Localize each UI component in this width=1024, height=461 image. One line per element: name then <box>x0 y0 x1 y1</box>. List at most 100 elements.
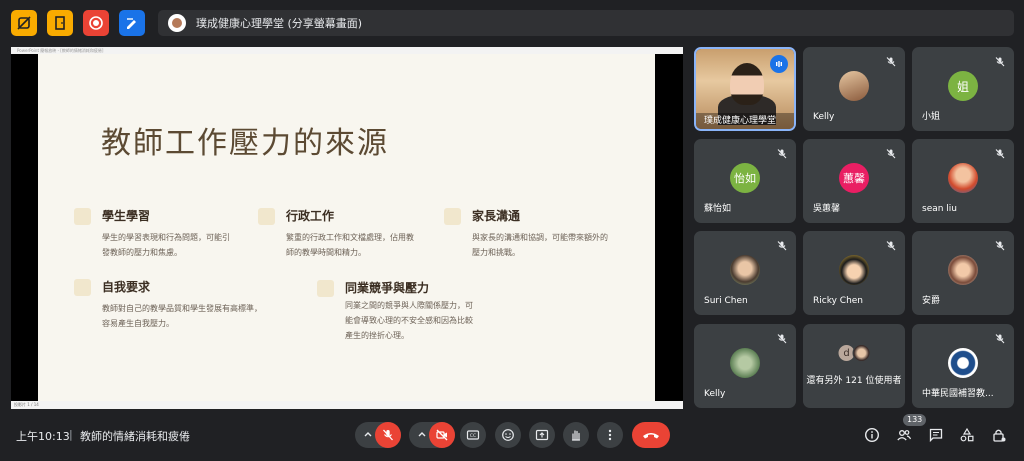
present-screen-button[interactable] <box>529 422 555 448</box>
bottom-bar: 上午10:13 | 教師的情緒消耗和疲倦 CC <box>0 413 1024 461</box>
slide: 教師工作壓力的來源 學生學習 學生的學習表現和行為問題，可能引 發教師的壓力和焦慮… <box>38 54 655 401</box>
ppt-status-bar: 投影片 1 / 14 <box>11 401 683 409</box>
participant-count-badge: 133 <box>903 414 927 426</box>
more-options-button[interactable] <box>597 422 623 448</box>
mic-off-icon <box>995 241 1005 251</box>
ppt-slide-counter: 投影片 1 / 14 <box>14 402 39 407</box>
camera-off-icon <box>436 429 448 441</box>
record-icon[interactable] <box>83 10 109 36</box>
participant-avatar: 蕙馨 <box>839 163 869 193</box>
camera-off-button[interactable] <box>429 422 455 448</box>
presenter-chip-label: 璞成健康心理學堂 (分享螢幕畫面) <box>196 17 363 30</box>
mic-off-icon <box>995 57 1005 67</box>
mic-off-icon <box>995 149 1005 159</box>
whiteboard-icon[interactable] <box>119 10 145 36</box>
participant-name: 中華民國補習教... <box>922 389 994 399</box>
no-camera-icon[interactable] <box>11 10 37 36</box>
microphone-control <box>355 422 401 448</box>
topic-heading: 行政工作 <box>286 209 335 223</box>
reactions-button[interactable] <box>495 422 521 448</box>
participant-avatar <box>839 255 869 285</box>
participant-avatar: 怡如 <box>730 163 760 193</box>
meeting-title: 教師的情緒消耗和疲倦 <box>80 430 190 443</box>
door-exit-icon[interactable] <box>47 10 73 36</box>
more-vert-icon <box>608 429 612 441</box>
topic-desc: 教師對自己的教學品質和學生發展有高標準， 容易產生自我壓力。 <box>102 304 262 328</box>
participant-tile-host[interactable]: 璞成健康心理學堂 <box>694 47 796 131</box>
participant-tile[interactable]: Kelly <box>694 324 796 408</box>
leave-call-button[interactable] <box>632 422 670 448</box>
topic-desc: 同業之間的競爭與人際關係壓力，可 能會導致心理的不安全感和因為比較 產生的挫折心理。 <box>345 301 473 340</box>
topic-bullet-icon <box>74 208 91 225</box>
participant-tile[interactable]: 安爵 <box>912 231 1014 315</box>
camera-control <box>409 422 455 448</box>
divider: | <box>69 428 73 441</box>
participant-name: Kelly <box>813 112 835 122</box>
participant-name: 吳蕙馨 <box>813 204 841 214</box>
participant-avatar <box>730 348 760 378</box>
participant-name: sean liu <box>922 204 958 214</box>
participant-tile[interactable]: Suri Chen <box>694 231 796 315</box>
raise-hand-button[interactable] <box>563 422 589 448</box>
mic-off-icon <box>886 57 896 67</box>
people-button[interactable] <box>895 426 913 444</box>
participant-name: Ricky Chen <box>813 296 864 306</box>
participant-name: 小姐 <box>922 112 941 122</box>
participant-avatar <box>852 344 871 362</box>
emoji-icon <box>502 429 514 441</box>
meeting-info-button[interactable] <box>863 426 881 444</box>
participant-tile[interactable]: sean liu <box>912 139 1014 223</box>
participant-tile-more[interactable]: d 還有另外 121 位使用者 <box>803 324 905 408</box>
ppt-title-text: PowerPoint 簡報放映 - [教師的情緒消耗和疲倦] <box>17 48 104 53</box>
closed-captions-icon: CC <box>466 430 480 440</box>
chat-button[interactable] <box>927 426 945 444</box>
participant-tile[interactable]: Kelly <box>803 47 905 131</box>
lock-person-icon <box>993 429 1006 442</box>
more-participants-label: 還有另外 121 位使用者 <box>806 376 902 386</box>
topic-desc: 學生的學習表現和行為問題，可能引 發教師的壓力和焦慮。 <box>102 233 230 257</box>
participant-avatar <box>730 255 760 285</box>
presentation-chip[interactable]: 璞成健康心理學堂 (分享螢幕畫面) <box>158 10 1014 36</box>
topic-bullet-icon <box>317 280 334 297</box>
people-icon <box>897 430 912 441</box>
topic-heading: 學生學習 <box>102 209 151 223</box>
topic-desc: 與家長的溝通和協調，可能帶來額外的 壓力和挑戰。 <box>472 233 608 257</box>
chat-icon <box>929 428 943 443</box>
video-face <box>730 63 764 105</box>
participant-name: 安爵 <box>922 296 941 306</box>
participant-tile[interactable]: Ricky Chen <box>803 231 905 315</box>
host-controls-button[interactable] <box>990 426 1008 444</box>
presenter-avatar <box>168 14 186 32</box>
activities-icon <box>960 427 974 442</box>
participant-tile[interactable]: 中華民國補習教... <box>912 324 1014 408</box>
chevron-up-icon[interactable] <box>362 428 374 440</box>
mic-off-icon <box>383 429 393 441</box>
participant-name: Suri Chen <box>704 296 748 306</box>
topic-bullet-icon <box>74 279 91 296</box>
mic-off-icon <box>777 149 787 159</box>
captions-button[interactable]: CC <box>460 422 486 448</box>
clock: 上午10:13 <box>16 430 70 443</box>
speaking-indicator-icon <box>770 55 788 73</box>
participant-tile[interactable]: 蕙馨 吳蕙馨 <box>803 139 905 223</box>
svg-text:CC: CC <box>470 433 476 439</box>
topic-heading: 家長溝通 <box>472 209 521 223</box>
activities-button[interactable] <box>958 426 976 444</box>
hang-up-icon <box>643 433 659 439</box>
mic-off-icon <box>777 334 787 344</box>
participant-name: 蘇怡如 <box>704 204 732 214</box>
participant-avatar <box>948 348 978 378</box>
topic-bullet-icon <box>444 208 461 225</box>
participant-name: Kelly <box>704 389 726 399</box>
participant-avatar: 姐 <box>948 71 978 101</box>
chevron-up-icon[interactable] <box>416 428 428 440</box>
mic-off-button[interactable] <box>375 422 401 448</box>
topic-bullet-icon <box>258 208 275 225</box>
participant-avatar <box>948 163 978 193</box>
more-participants-avatars: d <box>837 344 871 362</box>
participant-tile[interactable]: 怡如 蘇怡如 <box>694 139 796 223</box>
mic-off-icon <box>777 241 787 251</box>
participant-avatar <box>948 255 978 285</box>
participant-tile[interactable]: 姐 小姐 <box>912 47 1014 131</box>
present-screen-icon <box>535 429 549 441</box>
